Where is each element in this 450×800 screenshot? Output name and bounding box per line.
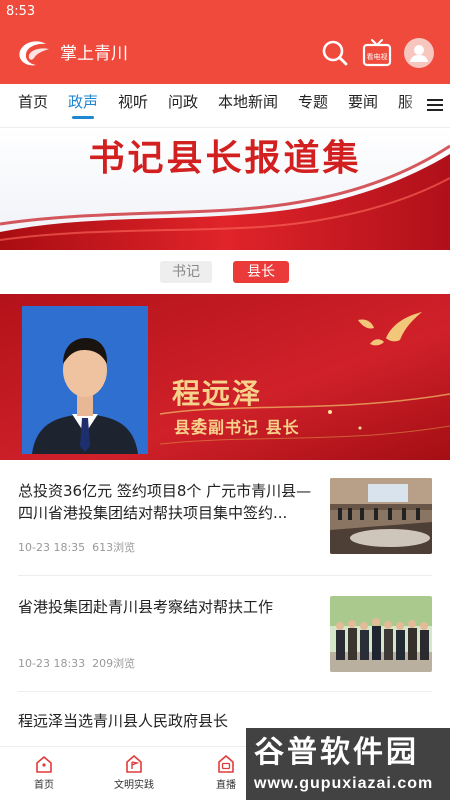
tab-audiovisual[interactable]: 视听 — [118, 92, 148, 112]
watermark-title: 谷普软件园 — [254, 736, 419, 769]
profile-card[interactable]: 程远泽 县委副书记 县长 — [0, 294, 450, 460]
avatar[interactable] — [404, 38, 434, 68]
tab-inquiry[interactable]: 问政 — [168, 92, 198, 112]
channel-tabs: 首页 政声 视听 问政 本地新闻 专题 要闻 服 — [0, 84, 450, 128]
news-meta: 10-23 18:35 613浏览 — [18, 541, 135, 555]
news-time: 10-23 18:35 — [18, 541, 86, 554]
news-item[interactable]: 省港投集团赴青川县考察结对帮扶工作 10-23 18:33 209浏览 — [0, 576, 450, 692]
bottom-nav-label: 首页 — [34, 780, 54, 791]
tv-icon[interactable]: 看电视 — [362, 38, 392, 68]
user-icon — [410, 45, 428, 62]
banner-title: 书记县长报道集 — [88, 137, 362, 179]
meeting-photo — [330, 478, 432, 554]
bottom-nav-label: 文明实践 — [114, 780, 154, 791]
tv-badge-label: 看电视 — [367, 52, 388, 61]
news-views: 209浏览 — [92, 657, 136, 670]
tab-home[interactable]: 首页 — [18, 92, 48, 112]
bottom-nav-civilization-practice[interactable]: 文明实践 — [104, 753, 164, 793]
search-icon[interactable] — [320, 38, 350, 68]
bottom-nav-home[interactable]: 首页 — [14, 753, 74, 793]
news-time: 10-23 18:33 — [18, 657, 86, 670]
status-bar: 8:53 — [0, 0, 450, 24]
tab-headlines[interactable]: 要闻 — [348, 92, 378, 112]
live-icon — [218, 755, 234, 773]
tab-local-news[interactable]: 本地新闻 — [218, 92, 278, 112]
watermark-url: www.gupuxiazai.com — [254, 775, 434, 792]
segment-secretary[interactable]: 书记 — [160, 261, 212, 283]
group-photo — [330, 596, 432, 672]
news-item[interactable]: 总投资36亿元 签约项目8个 广元市青川县—四川省港投集团结对帮扶项目集中签约.… — [0, 460, 450, 576]
profile-name: 程远泽 — [172, 377, 263, 410]
home-icon — [36, 756, 52, 773]
news-views: 613浏览 — [92, 541, 136, 554]
doves-icon — [358, 312, 422, 346]
profile-photo — [22, 306, 148, 454]
app-logo-icon — [19, 41, 49, 66]
news-title: 总投资36亿元 签约项目8个 广元市青川县—四川省港投集团结对帮扶项目集中签约.… — [18, 482, 312, 522]
news-thumbnail — [330, 596, 432, 672]
news-title: 省港投集团赴青川县考察结对帮扶工作 — [18, 598, 274, 616]
news-thumbnail — [330, 478, 432, 554]
portrait-image — [22, 306, 148, 454]
profile-role: 县委副书记 县长 — [174, 418, 300, 437]
role-segment: 书记 县长 — [0, 250, 450, 294]
tab-special[interactable]: 专题 — [298, 92, 328, 112]
active-tab-indicator — [72, 116, 94, 119]
menu-icon[interactable] — [426, 96, 444, 114]
news-meta: 10-23 18:33 209浏览 — [18, 657, 135, 671]
app-header: 掌上青川 看电视 — [0, 24, 450, 84]
report-banner[interactable]: 书记县长报道集 — [0, 128, 450, 250]
segment-county-magistrate[interactable]: 县长 — [233, 261, 289, 283]
tab-politics[interactable]: 政声 — [68, 92, 98, 112]
flag-icon — [126, 755, 142, 773]
watermark: 谷普软件园 www.gupuxiazai.com — [246, 728, 450, 800]
status-time: 8:53 — [6, 4, 36, 19]
app-title: 掌上青川 — [60, 44, 128, 64]
